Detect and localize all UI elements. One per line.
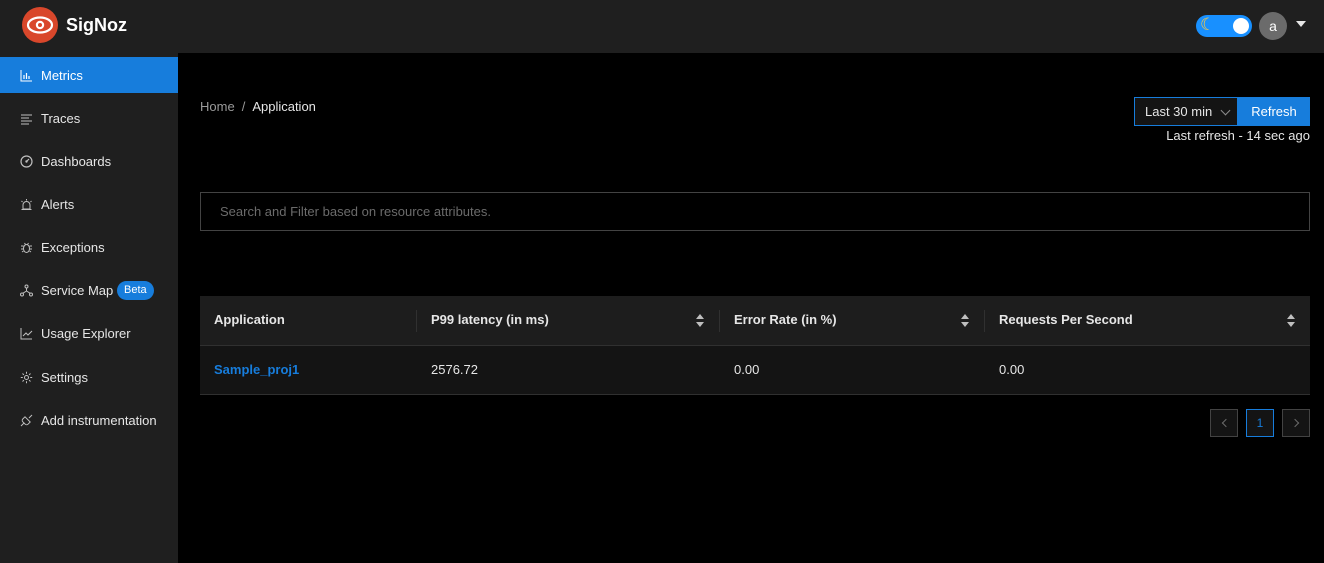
brand-name[interactable]: SigNoz: [66, 15, 127, 36]
sidebar-item-exceptions[interactable]: Exceptions: [0, 229, 178, 265]
sidebar-item-add-instrumentation[interactable]: Add instrumentation: [0, 402, 178, 438]
table-row: Sample_proj1 2576.72 0.00 0.00: [200, 346, 1310, 395]
sidebar-item-label: Usage Explorer: [41, 325, 131, 341]
theme-toggle[interactable]: ☾: [1196, 15, 1252, 37]
deployment-icon: [20, 284, 33, 297]
sidebar-item-alerts[interactable]: Alerts: [0, 186, 178, 222]
top-header: SigNoz ☾ a: [0, 0, 1324, 53]
sidebar-item-label: Exceptions: [41, 239, 105, 255]
sidebar-item-service-map[interactable]: Service Map Beta: [0, 272, 178, 308]
moon-icon: ☾: [1200, 15, 1216, 34]
sidebar: Metrics Traces Dashboards Alerts Excepti…: [0, 53, 178, 563]
sort-icon[interactable]: [961, 314, 969, 328]
sidebar-item-usage-explorer[interactable]: Usage Explorer: [0, 315, 178, 351]
time-range-select[interactable]: Last 30 min: [1134, 97, 1238, 126]
bar-chart-icon: [20, 69, 33, 82]
pagination-page-1[interactable]: 1: [1246, 409, 1274, 437]
breadcrumb-home[interactable]: Home: [200, 99, 235, 114]
chevron-down-icon: [1220, 105, 1231, 116]
sort-icon[interactable]: [1287, 314, 1295, 328]
sidebar-item-label: Dashboards: [41, 153, 112, 169]
sidebar-item-label: Traces: [41, 110, 81, 126]
line-chart-icon: [20, 327, 33, 340]
sidebar-item-settings[interactable]: Settings: [0, 359, 178, 395]
signoz-logo-icon[interactable]: [22, 7, 58, 43]
column-header-error-rate[interactable]: Error Rate (in %): [734, 296, 837, 346]
bug-icon: [20, 241, 33, 254]
column-header-p99-latency[interactable]: P99 latency (in ms): [431, 296, 549, 346]
align-left-icon: [20, 112, 33, 125]
user-avatar[interactable]: a: [1259, 12, 1287, 40]
application-link[interactable]: Sample_proj1: [214, 346, 299, 395]
sidebar-item-traces[interactable]: Traces: [0, 100, 178, 136]
toggle-knob: [1233, 18, 1249, 34]
sidebar-item-label: Metrics: [41, 67, 83, 83]
pagination-next-button[interactable]: [1282, 409, 1310, 437]
error-rate-cell: 0.00: [734, 362, 760, 377]
column-divider: [984, 310, 985, 332]
p99-latency-cell: 2576.72: [431, 362, 478, 377]
api-icon: [20, 414, 33, 427]
column-header-application: Application: [214, 312, 285, 327]
column-divider: [416, 310, 417, 332]
beta-badge: Beta: [117, 281, 154, 300]
caret-down-icon[interactable]: [1296, 21, 1306, 27]
sidebar-item-label: Settings: [41, 369, 88, 385]
requests-per-second-cell: 0.00: [999, 362, 1025, 377]
chevron-right-icon: [1290, 418, 1300, 428]
sidebar-item-metrics[interactable]: Metrics: [0, 57, 178, 93]
alarm-icon: [20, 198, 33, 211]
table-header: Application P99 latency (in ms) Error Ra…: [200, 296, 1310, 346]
sidebar-item-label: Add instrumentation: [41, 412, 157, 428]
sort-icon[interactable]: [696, 314, 704, 328]
last-refresh-text: Last refresh - 14 sec ago: [1166, 128, 1310, 143]
gear-icon: [20, 371, 33, 384]
breadcrumb-separator: /: [241, 99, 246, 114]
column-divider: [719, 310, 720, 332]
dashboard-icon: [20, 154, 33, 168]
resource-attribute-search-input[interactable]: [200, 192, 1310, 231]
sidebar-item-label: Alerts: [41, 196, 75, 212]
refresh-button[interactable]: Refresh: [1238, 97, 1310, 126]
applications-table: Application P99 latency (in ms) Error Ra…: [200, 296, 1310, 395]
breadcrumb: Home / Application: [200, 99, 316, 114]
breadcrumb-current: Application: [252, 99, 316, 114]
sidebar-item-dashboards[interactable]: Dashboards: [0, 143, 178, 179]
column-header-requests-per-second[interactable]: Requests Per Second: [999, 296, 1133, 346]
sidebar-item-label: Service Map: [41, 282, 114, 298]
pagination-prev-button[interactable]: [1210, 409, 1238, 437]
chevron-left-icon: [1221, 418, 1231, 428]
time-range-value: Last 30 min: [1145, 104, 1213, 119]
